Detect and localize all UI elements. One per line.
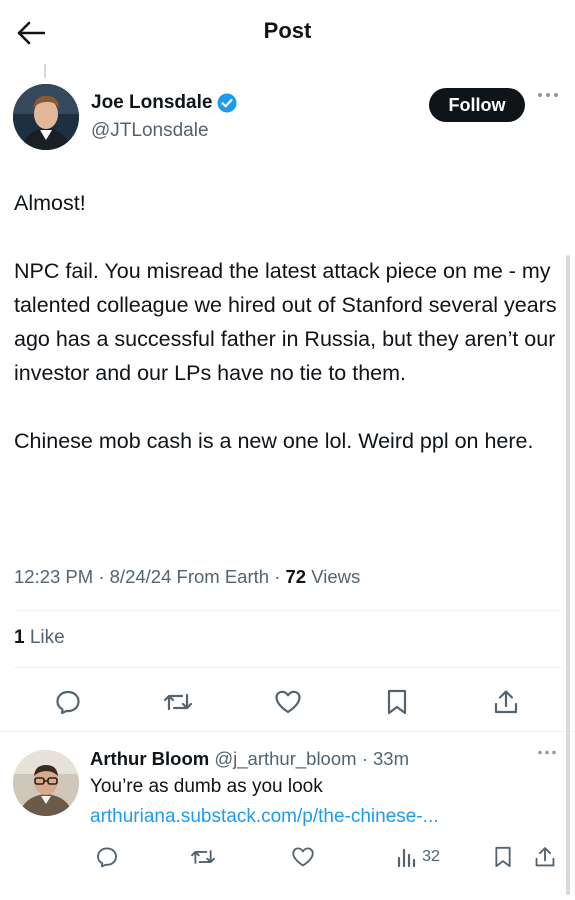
post-time[interactable]: 12:23 PM [14, 566, 93, 587]
likes-count: 1 [14, 627, 25, 648]
reply-button[interactable] [48, 682, 88, 722]
post-author: Joe Lonsdale @JTLonsdale Follow [13, 84, 563, 150]
more-options-icon[interactable] [537, 92, 559, 98]
author-name[interactable]: Joe Lonsdale [91, 92, 237, 114]
scrollbar[interactable] [566, 255, 570, 895]
bookmark-icon [385, 688, 409, 716]
post-text: Almost! NPC fail. You misread the latest… [14, 186, 562, 458]
repost-icon [190, 846, 216, 868]
repost-button[interactable] [158, 682, 198, 722]
author-avatar[interactable] [13, 84, 79, 150]
post-action-bar [0, 682, 575, 722]
post-paragraph: Almost! [14, 191, 86, 215]
bookmark-icon [493, 845, 513, 869]
bookmark-button[interactable] [377, 682, 417, 722]
share-icon [534, 845, 556, 869]
author-name-text: Joe Lonsdale [91, 92, 213, 113]
divider [14, 610, 562, 611]
author-handle[interactable]: @JTLonsdale [91, 120, 209, 142]
reply-views-count: 32 [422, 848, 440, 865]
reply-icon [54, 688, 82, 716]
repost-icon [163, 689, 193, 715]
follow-button[interactable]: Follow [429, 88, 525, 122]
more-options-icon[interactable] [537, 750, 557, 755]
analytics-icon [396, 846, 418, 868]
reply-time[interactable]: 33m [373, 748, 409, 769]
reply-author-handle[interactable]: @j_arthur_bloom [214, 748, 356, 769]
likes-label: Like [29, 627, 65, 648]
reply-avatar[interactable] [13, 750, 79, 816]
post-date[interactable]: 8/24/24 [110, 566, 172, 587]
reply-header: Arthur Bloom @j_arthur_bloom · 33m [90, 748, 409, 769]
verified-badge-icon [217, 93, 237, 113]
reply-icon [95, 845, 119, 869]
heart-icon [274, 689, 302, 715]
reply-bookmark-button[interactable] [490, 840, 516, 874]
share-button[interactable] [486, 682, 526, 722]
reply-text: You’re as dumb as you look [90, 776, 323, 797]
post-paragraph: Chinese mob cash is a new one lol. Weird… [14, 429, 534, 453]
divider [0, 731, 575, 732]
reply-post[interactable]: Arthur Bloom @j_arthur_bloom · 33m You’r… [0, 744, 575, 894]
views-label: Views [311, 566, 361, 587]
post-meta: 12:23 PM · 8/24/24 From Earth · 72 Views [14, 566, 361, 587]
views-count: 72 [285, 566, 307, 587]
like-button[interactable] [268, 682, 308, 722]
reply-link[interactable]: arthuriana.substack.com/p/the-chinese-..… [90, 806, 439, 828]
post-source: From Earth [176, 566, 270, 587]
reply-action-bar: 32 [0, 840, 575, 874]
post-paragraph: NPC fail. You misread the latest attack … [14, 259, 557, 385]
top-bar: Post [0, 0, 575, 66]
reply-views-button[interactable]: 32 [390, 840, 446, 874]
reply-reply-button[interactable] [92, 840, 122, 874]
heart-icon [291, 846, 315, 868]
reply-like-button[interactable] [288, 840, 318, 874]
likes-summary[interactable]: 1 Like [14, 627, 65, 649]
divider [14, 667, 562, 668]
reply-repost-button[interactable] [188, 840, 218, 874]
reply-author-name[interactable]: Arthur Bloom [90, 748, 209, 769]
page-title: Post [263, 18, 312, 43]
thread-connector [44, 64, 46, 78]
reply-share-button[interactable] [532, 840, 558, 874]
share-icon [493, 688, 519, 716]
